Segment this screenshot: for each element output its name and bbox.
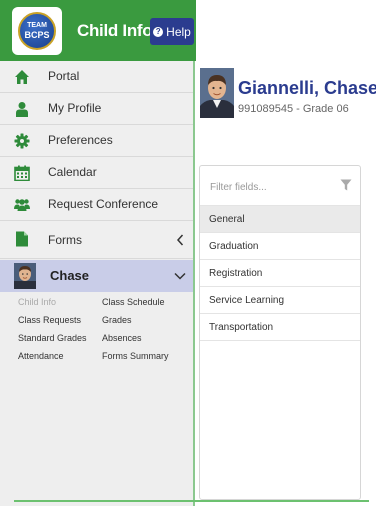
sidebar-item-label: Calendar [48,165,97,179]
calendar-icon [14,165,30,181]
home-icon [15,70,29,84]
sidebar-item-calendar[interactable]: Calendar [0,157,193,189]
sidebar-child-chase[interactable]: Chase [0,260,193,292]
filter-fields-input[interactable] [210,180,328,194]
fields-panel: General Graduation Registration Service … [199,165,361,500]
child-name: Chase [50,268,90,283]
link-standard-grades[interactable]: Standard Grades [18,333,87,343]
logo-emblem: TEAM BCPS [18,12,56,50]
question-icon: ? [153,26,164,37]
chevron-left-icon[interactable] [175,233,185,247]
page-title: Child Info [77,21,153,40]
student-name: Giannelli, Chase [238,78,376,98]
help-button[interactable]: ? Help [150,18,194,45]
student-photo [200,68,234,118]
logo-text-bcps: BCPS [24,30,50,40]
sidebar-divider [193,61,195,506]
sidebar-item-label: Portal [48,69,80,83]
link-absences[interactable]: Absences [102,333,142,343]
person-icon [16,102,28,117]
top-bar: TEAM BCPS Child Info ? Help [0,0,196,61]
link-forms-summary[interactable]: Forms Summary [102,351,169,361]
link-class-requests[interactable]: Class Requests [18,315,81,325]
sidebar-item-label: My Profile [48,101,102,115]
sidebar-item-portal[interactable]: Portal [0,61,193,93]
sidebar-item-label: Request Conference [48,197,159,211]
field-item-general[interactable]: General [200,206,360,233]
field-item-transportation[interactable]: Transportation [200,314,360,341]
field-item-graduation[interactable]: Graduation [200,233,360,260]
link-grades[interactable]: Grades [102,315,132,325]
sidebar-item-label: Preferences [48,133,113,147]
sidebar-item-preferences[interactable]: Preferences [0,125,193,157]
link-attendance[interactable]: Attendance [18,351,64,361]
filter-icon[interactable] [340,179,352,191]
team-bcps-logo[interactable]: TEAM BCPS [12,7,62,55]
filter-row [200,166,360,206]
sidebar-item-forms[interactable]: Forms [0,221,193,259]
chevron-down-icon[interactable] [173,271,187,281]
logo-text-team: TEAM [27,22,47,29]
student-id-grade: 991089545 - Grade 06 [238,103,349,115]
sidebar: Portal My Profile Preferences Calendar R… [0,61,193,506]
sidebar-item-label: Forms [48,233,82,247]
link-class-schedule[interactable]: Class Schedule [102,297,165,307]
field-item-service-learning[interactable]: Service Learning [200,287,360,314]
gear-icon [14,133,30,149]
child-avatar [14,263,36,289]
bottom-divider [14,500,369,502]
group-icon [14,199,30,211]
link-child-info[interactable]: Child Info [18,297,56,307]
sidebar-item-my-profile[interactable]: My Profile [0,93,193,125]
document-icon [16,231,28,247]
help-label: Help [166,24,191,39]
field-item-registration[interactable]: Registration [200,260,360,287]
sidebar-item-request-conference[interactable]: Request Conference [0,189,193,221]
